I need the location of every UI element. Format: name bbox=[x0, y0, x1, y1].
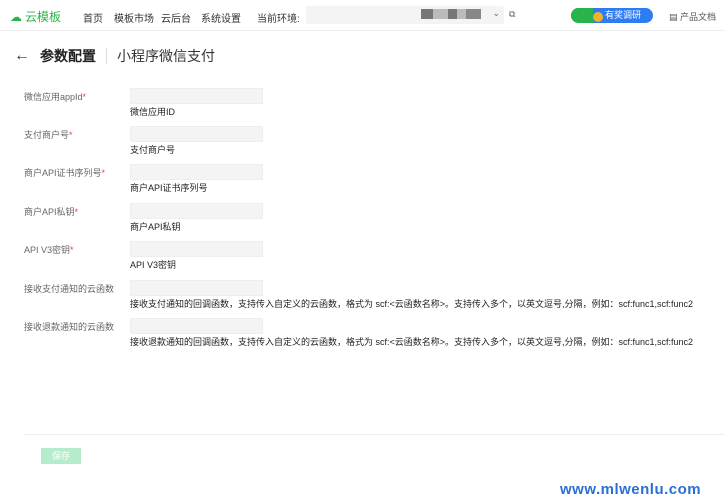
field-label: 商户API证书序列号* bbox=[24, 168, 106, 178]
blurred-env-name bbox=[421, 9, 481, 19]
top-header: ☁ 云模板 首页 模板市场 云后台 系统设置 当前环境: ⌄ ⧉ 有奖调研 ▤ 产… bbox=[0, 0, 725, 31]
field-input[interactable] bbox=[130, 241, 263, 257]
logo[interactable]: ☁ 云模板 bbox=[10, 8, 61, 25]
field-input[interactable] bbox=[130, 126, 263, 142]
back-arrow-icon[interactable]: ← bbox=[14, 47, 30, 65]
field-label: 微信应用appId* bbox=[24, 92, 87, 102]
field-help: 微信应用ID bbox=[130, 107, 176, 117]
env-select[interactable]: ⌄ bbox=[306, 6, 504, 24]
required-mark: * bbox=[70, 245, 74, 255]
env-label: 当前环境: bbox=[257, 14, 300, 25]
field-input[interactable] bbox=[130, 280, 263, 296]
nav-home[interactable]: 首页 bbox=[83, 10, 103, 25]
required-mark: * bbox=[101, 168, 106, 178]
doc-icon: ▤ bbox=[669, 12, 681, 22]
cloud-icon: ☁ bbox=[10, 9, 22, 24]
field-label: 商户API私钥* bbox=[24, 207, 79, 217]
page-title-bar: ← 参数配置 小程序微信支付 bbox=[14, 46, 215, 66]
save-button[interactable]: 保存 bbox=[41, 448, 81, 464]
field-help: 接收支付通知的回调函数，支持传入自定义的云函数，格式为 scf:<云函数名称>。… bbox=[130, 299, 694, 309]
page-title: 参数配置 bbox=[40, 48, 96, 64]
field-help: API V3密钥 bbox=[130, 260, 177, 270]
watermark: www.mlwenlu.com bbox=[560, 481, 702, 498]
chevron-down-icon: ⌄ bbox=[492, 8, 500, 18]
field-input[interactable] bbox=[130, 164, 263, 180]
field-help: 商户API私钥 bbox=[130, 222, 181, 232]
field-label: 接收支付通知的云函数 bbox=[24, 284, 115, 294]
field-help: 接收退款通知的回调函数，支持传入自定义的云函数，格式为 scf:<云函数名称>。… bbox=[130, 337, 694, 347]
page-subtitle: 小程序微信支付 bbox=[117, 48, 215, 64]
nav-cloud-backend[interactable]: 云后台 bbox=[161, 10, 191, 25]
required-mark: * bbox=[69, 130, 73, 140]
title-divider bbox=[106, 48, 107, 64]
survey-button[interactable]: 有奖调研 bbox=[571, 8, 653, 23]
field-input[interactable] bbox=[130, 203, 263, 219]
field-help: 支付商户号 bbox=[130, 145, 176, 155]
required-mark: * bbox=[74, 207, 79, 217]
field-label: 接收退款通知的云函数 bbox=[24, 322, 115, 332]
footer-divider bbox=[24, 434, 725, 435]
required-mark: * bbox=[82, 92, 87, 102]
field-label: 支付商户号* bbox=[24, 130, 73, 140]
nav-system-settings[interactable]: 系统设置 bbox=[201, 10, 241, 25]
field-input[interactable] bbox=[130, 318, 263, 334]
field-label: API V3密钥* bbox=[24, 245, 74, 255]
field-input[interactable] bbox=[130, 88, 263, 104]
product-docs-link[interactable]: ▤ 产品文档 bbox=[669, 10, 716, 23]
nav-template-market[interactable]: 模板市场 bbox=[114, 10, 154, 25]
copy-icon[interactable]: ⧉ bbox=[509, 9, 515, 20]
field-help: 商户API证书序列号 bbox=[130, 183, 208, 193]
